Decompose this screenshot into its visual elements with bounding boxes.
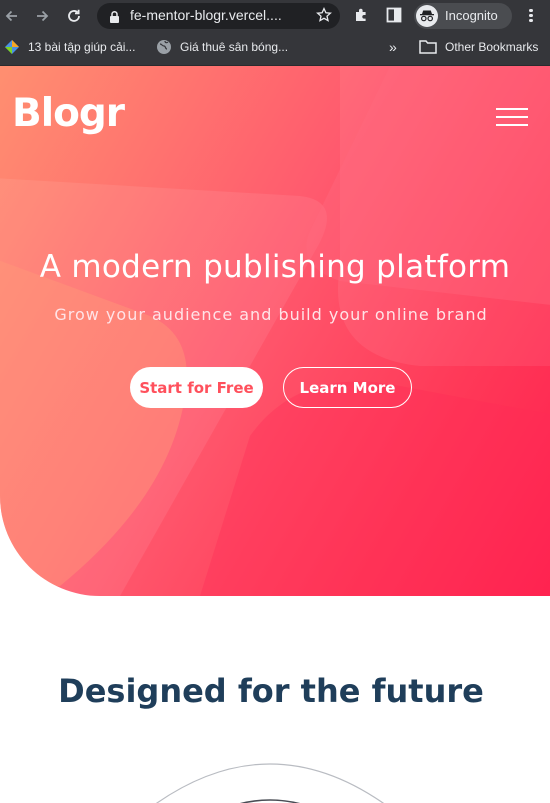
forward-icon[interactable] <box>32 6 52 26</box>
lock-icon[interactable] <box>109 9 120 28</box>
menu-icon[interactable] <box>524 7 538 25</box>
back-icon[interactable] <box>2 6 22 26</box>
site-logo[interactable]: Blogr <box>12 91 125 136</box>
star-icon[interactable] <box>316 7 332 27</box>
globe-icon <box>157 40 171 54</box>
reload-icon[interactable] <box>64 6 84 26</box>
extensions-icon[interactable] <box>353 6 371 28</box>
bookmark-label: 13 bài tập giúp cải... <box>28 40 136 54</box>
other-bookmarks[interactable]: Other Bookmarks <box>419 39 538 54</box>
side-panel-icon[interactable] <box>386 7 402 27</box>
bookmark-favicon-icon <box>5 40 19 54</box>
hero-background-pattern <box>0 66 550 596</box>
incognito-icon <box>416 5 438 27</box>
hero-subheadline: Grow your audience and build your online… <box>54 305 488 324</box>
hero-section: Blogr A modern publishing platform Grow … <box>0 66 550 596</box>
web-page: Blogr A modern publishing platform Grow … <box>0 66 550 803</box>
editor-illustration <box>155 763 385 803</box>
profile-label: Incognito <box>445 8 498 23</box>
url-text[interactable]: fe-mentor-blogr.vercel.... <box>130 7 315 23</box>
other-bookmarks-label: Other Bookmarks <box>445 39 539 54</box>
bookmark-item-2[interactable]: Giá thuê sân bóng... <box>156 39 288 55</box>
folder-icon <box>419 40 437 54</box>
more-bookmarks-chevron[interactable]: » <box>389 39 397 55</box>
bookmark-item-1[interactable]: 13 bài tập giúp cải... <box>4 39 135 55</box>
address-bar[interactable]: fe-mentor-blogr.vercel.... <box>97 3 340 29</box>
hamburger-menu-icon[interactable] <box>496 108 528 128</box>
profile-button[interactable]: Incognito <box>414 3 512 29</box>
bookmarks-bar: 13 bài tập giúp cải... Giá thuê sân bóng… <box>0 32 550 66</box>
section-title: Designed for the future <box>58 672 484 710</box>
bookmark-label: Giá thuê sân bóng... <box>180 40 289 54</box>
start-for-free-button[interactable]: Start for Free <box>130 367 263 408</box>
learn-more-button[interactable]: Learn More <box>283 367 412 408</box>
hero-headline: A modern publishing platform <box>39 249 511 285</box>
browser-toolbar: fe-mentor-blogr.vercel.... Incognito <box>0 0 550 32</box>
